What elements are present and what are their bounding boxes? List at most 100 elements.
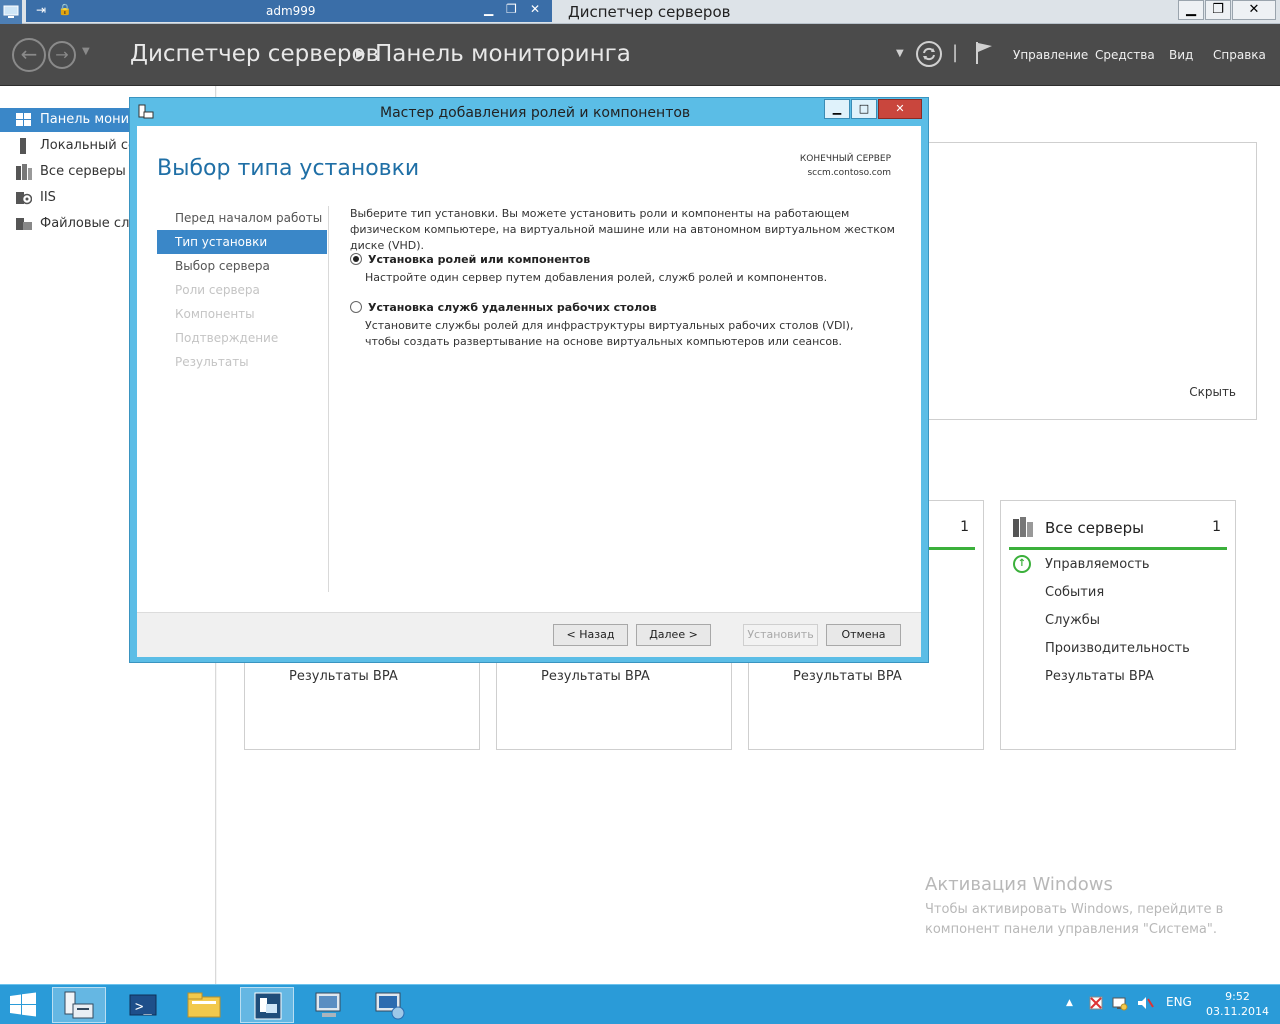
pin-icon[interactable]: ⇥: [36, 3, 46, 17]
option-role-based[interactable]: Установка ролей или компонентов Настройт…: [350, 252, 900, 292]
breadcrumb-separator-icon: ▶: [356, 46, 366, 60]
header-dropdown-icon[interactable]: ▼: [896, 48, 904, 59]
menu-tools[interactable]: Средства: [1095, 48, 1155, 62]
session-name: adm999: [266, 4, 316, 18]
intro-text: Выберите тип установки. Вы можете устано…: [350, 207, 895, 252]
close-session-icon[interactable]: ✕: [530, 2, 540, 16]
wizard-titlebar[interactable]: Мастер добавления ролей и компонентов ▁ …: [130, 98, 928, 126]
refresh-icon[interactable]: [915, 40, 943, 71]
step-results: Результаты: [175, 355, 249, 369]
action-center-icon[interactable]: [1088, 995, 1104, 1014]
taskbar-server-manager[interactable]: [52, 987, 106, 1023]
tile-row-manageability[interactable]: Управляемость: [1045, 557, 1150, 572]
menu-help[interactable]: Справка: [1213, 48, 1266, 62]
welcome-tile: Скрыть: [917, 142, 1257, 420]
tile-row-services[interactable]: Службы: [1045, 613, 1100, 628]
breadcrumb-app[interactable]: Диспетчер серверов: [130, 41, 379, 67]
file-services-icon: [16, 216, 32, 232]
tile-status-bar: [1009, 547, 1227, 550]
nav-history-dropdown-icon[interactable]: ▼: [82, 46, 90, 57]
radio-remote-desktop[interactable]: [350, 301, 362, 313]
breadcrumb-page: Панель мониторинга: [375, 41, 631, 67]
volume-icon[interactable]: [1136, 995, 1154, 1014]
dashboard-icon: [16, 112, 32, 128]
wizard-maximize-button[interactable]: □: [851, 99, 877, 119]
option-remote-desktop-desc: Установите службы ролей для инфраструкту…: [365, 319, 854, 348]
wizard-footer: < Назад Далее > Установить Отмена: [137, 612, 921, 657]
lock-icon: 🔒: [58, 3, 72, 16]
sidebar-item-label: Файловые слу: [40, 216, 138, 231]
wizard-title: Мастер добавления ролей и компонентов: [380, 105, 691, 121]
wizard-heading: Выбор типа установки: [157, 156, 420, 181]
menu-view[interactable]: Вид: [1169, 48, 1193, 62]
remote-session-tab[interactable]: ⇥ 🔒 adm999 ▁ ❐ ✕: [26, 0, 552, 22]
option-remote-desktop[interactable]: Установка служб удаленных рабочих столов…: [350, 300, 900, 356]
header-divider: |: [952, 42, 959, 63]
remote-desktop-bar: ⇥ 🔒 adm999 ▁ ❐ ✕ Диспетчер серверов ▁ ❐ …: [0, 0, 1280, 24]
radio-role-based[interactable]: [350, 253, 362, 265]
hide-welcome-link[interactable]: Скрыть: [1189, 385, 1236, 399]
minimize-session-icon[interactable]: ▁: [484, 2, 493, 16]
restore-button[interactable]: ❐: [1205, 0, 1231, 20]
taskbar: >_ ▲ ENG 9:52 03.11.2014: [0, 984, 1280, 1024]
all-servers-icon: [1013, 517, 1035, 540]
wizard-close-button[interactable]: ✕: [878, 99, 922, 119]
destination-server-label: КОНЕЧНЫЙ СЕРВЕР: [799, 154, 891, 164]
next-button[interactable]: Далее >: [636, 624, 711, 646]
taskbar-powershell[interactable]: >_: [116, 987, 170, 1023]
add-roles-wizard: Мастер добавления ролей и компонентов ▁ …: [129, 97, 929, 663]
iis-icon: [16, 190, 33, 206]
clock-date: 03.11.2014: [1206, 1005, 1269, 1018]
option-remote-desktop-title[interactable]: Установка служб удаленных рабочих столов: [368, 300, 657, 316]
option-role-based-desc: Настройте один сервер путем добавления р…: [365, 271, 828, 284]
step-server-selection[interactable]: Выбор сервера: [157, 254, 327, 278]
step-installation-type[interactable]: Тип установки: [157, 230, 327, 254]
start-button[interactable]: [8, 992, 38, 1018]
rd-app-icon[interactable]: [0, 0, 22, 24]
option-role-based-title[interactable]: Установка ролей или компонентов: [368, 252, 590, 268]
taskbar-remote-desktop[interactable]: [364, 987, 418, 1023]
tile-title[interactable]: Все серверы: [1045, 519, 1144, 537]
wizard-app-icon: [138, 104, 154, 123]
sidebar-item-label: Все серверы: [40, 164, 126, 179]
activation-title: Активация Windows: [925, 874, 1113, 895]
close-button[interactable]: ✕: [1232, 0, 1276, 20]
minimize-button[interactable]: ▁: [1178, 0, 1204, 20]
back-nav-icon[interactable]: ←: [12, 38, 46, 72]
step-features: Компоненты: [175, 307, 255, 321]
step-before-you-begin[interactable]: Перед началом работы: [157, 206, 327, 230]
tile-bpa-results[interactable]: Результаты BPA: [289, 669, 398, 684]
step-confirmation: Подтверждение: [175, 331, 279, 345]
tile-bpa-results[interactable]: Результаты BPA: [541, 669, 650, 684]
activation-text: Чтобы активировать Windows, перейдите в …: [925, 902, 1224, 937]
back-button[interactable]: < Назад: [553, 624, 628, 646]
destination-server-name: sccm.contoso.com: [807, 168, 891, 178]
taskbar-file-explorer[interactable]: [178, 987, 232, 1023]
wizard-steps: Перед началом работы Тип установки Выбор…: [157, 206, 329, 592]
wizard-body: Выбор типа установки КОНЕЧНЫЙ СЕРВЕР scc…: [137, 126, 921, 657]
all-servers-tile[interactable]: Все серверы 1 ↑ Управляемость События Сл…: [1000, 500, 1236, 750]
tile-bpa-results[interactable]: Результаты BPA: [793, 669, 902, 684]
forward-nav-icon[interactable]: →: [48, 41, 76, 69]
cancel-button[interactable]: Отмена: [826, 624, 901, 646]
input-language[interactable]: ENG: [1166, 995, 1192, 1009]
menu-manage[interactable]: Управление: [1013, 48, 1088, 62]
svg-text:>_: >_: [135, 999, 152, 1015]
restore-session-icon[interactable]: ❐: [506, 2, 517, 16]
status-ok-icon: ↑: [1013, 555, 1031, 573]
show-hidden-icons[interactable]: ▲: [1066, 998, 1073, 1008]
sidebar-item-label: Панель монит: [40, 112, 137, 127]
wizard-minimize-button[interactable]: ▁: [824, 99, 850, 119]
taskbar-wizard-window[interactable]: [240, 987, 294, 1023]
tile-row-performance[interactable]: Производительность: [1045, 641, 1190, 656]
tile-server-count: 1: [960, 519, 969, 535]
taskbar-computer-management[interactable]: [302, 987, 356, 1023]
window-title: Диспетчер серверов: [568, 3, 731, 21]
install-button: Установить: [743, 624, 818, 646]
network-icon[interactable]: [1112, 995, 1128, 1014]
step-server-roles: Роли сервера: [175, 283, 260, 297]
tile-row-bpa-results[interactable]: Результаты BPA: [1045, 669, 1154, 684]
system-clock[interactable]: 9:52 03.11.2014: [1206, 989, 1269, 1019]
notifications-flag-icon[interactable]: [974, 40, 994, 69]
tile-row-events[interactable]: События: [1045, 585, 1104, 600]
